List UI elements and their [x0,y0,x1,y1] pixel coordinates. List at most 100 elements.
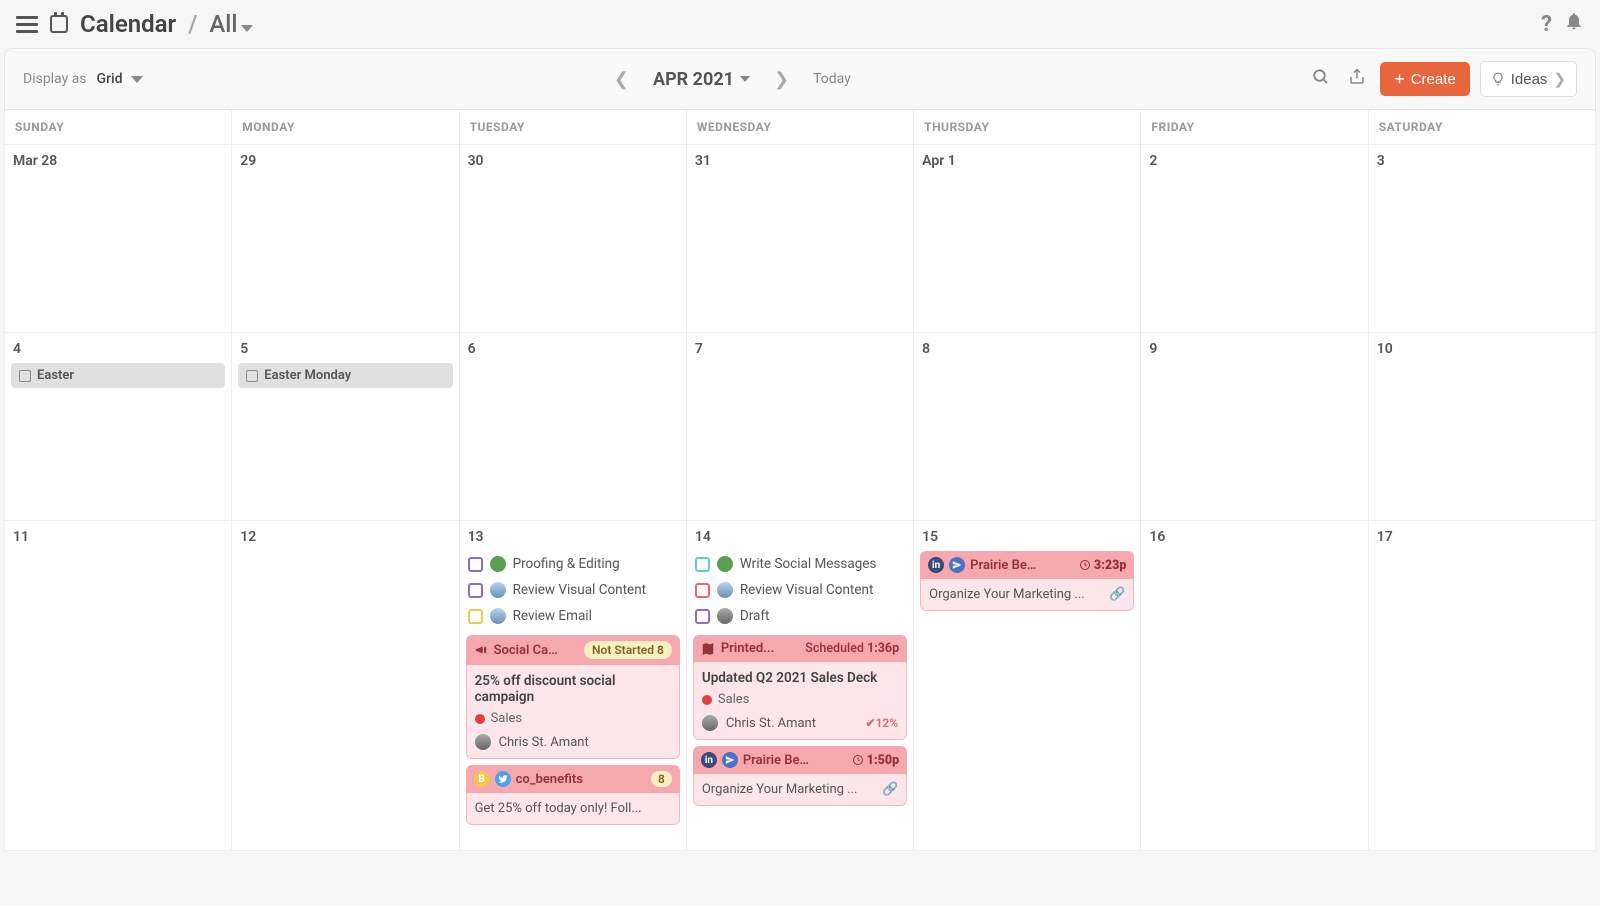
notifications-icon[interactable] [1564,11,1584,37]
breadcrumb-sep: / [188,10,197,38]
display-mode-select[interactable]: Grid [97,71,143,87]
day-cell[interactable]: Mar 28 [5,145,232,333]
menu-icon[interactable] [16,16,38,33]
day-cell[interactable]: 30 [460,145,687,333]
checkbox[interactable] [468,583,483,598]
status-badge: Not Started 8 [584,641,672,659]
day-cell[interactable]: 8 [914,333,1141,521]
search-icon[interactable] [1308,68,1334,91]
help-icon[interactable]: ? [1541,12,1552,37]
day-cell[interactable]: 2 [1141,145,1368,333]
day-header: MONDAY [232,110,459,145]
clock-icon [852,754,864,766]
day-cell[interactable]: 3 [1369,145,1596,333]
day-cell[interactable]: 14 Write Social Messages Review Visual C… [687,521,914,851]
project-card[interactable]: Social Ca... Not Started 8 25% off disco… [466,635,680,759]
social-card[interactable]: B co_benefits 8 Get 25% off today only! … [466,765,680,825]
send-icon [722,752,738,768]
calendar-icon [50,15,68,33]
calendar-small-icon [19,370,31,382]
day-cell[interactable]: 17 [1369,521,1596,851]
day-cell[interactable]: Apr 1 [914,145,1141,333]
channel-icon: B [474,771,490,787]
prev-month-button[interactable]: ❮ [600,69,643,90]
calendar-small-icon [246,370,258,382]
task-item[interactable]: Write Social Messages [693,551,907,577]
holiday-event[interactable]: Easter [11,363,225,388]
social-card[interactable]: in Prairie Ben... 3:23p Organize Your Ma… [920,551,1134,611]
day-cell[interactable]: 15 in Prairie Ben... 3:23p Organize Your… [914,521,1141,851]
twitter-icon [495,771,511,787]
avatar [490,582,506,598]
task-item[interactable]: Review Visual Content [466,577,680,603]
card-title: 25% off discount social campaign [475,673,671,705]
count-badge: 8 [651,771,672,787]
day-cell[interactable]: 9 [1141,333,1368,521]
day-cell[interactable]: 13 Proofing & Editing Review Visual Cont… [460,521,687,851]
avatar [490,608,506,624]
holiday-event[interactable]: Easter Monday [238,363,452,388]
social-card[interactable]: in Prairie Ben... 1:50p Organize Your Ma… [693,746,907,806]
day-cell[interactable]: 31 [687,145,914,333]
category-dot [475,714,485,724]
link-icon: 🔗 [1109,587,1125,602]
channel-icon: in [701,752,717,768]
share-icon[interactable] [1344,68,1370,91]
channel-icon: in [928,557,944,573]
day-cell[interactable]: 6 [460,333,687,521]
category-dot [702,695,712,705]
project-card[interactable]: Printed... Scheduled 1:36p Updated Q2 20… [693,635,907,740]
day-cell[interactable]: 11 [5,521,232,851]
chevron-right-icon: ❯ [1553,70,1566,88]
create-button[interactable]: + Create [1380,62,1470,96]
task-item[interactable]: Proofing & Editing [466,551,680,577]
day-cell[interactable]: 10 [1369,333,1596,521]
calendar-grid: SUNDAY MONDAY TUESDAY WEDNESDAY THURSDAY… [4,110,1596,851]
checkbox[interactable] [695,557,710,572]
avatar [717,556,733,572]
next-month-button[interactable]: ❯ [760,69,803,90]
avatar [702,715,718,731]
checkbox[interactable] [468,557,483,572]
avatar [490,556,506,572]
avatar [717,582,733,598]
megaphone-icon [474,643,488,657]
day-header: TUESDAY [460,110,687,145]
map-icon [701,642,715,656]
app-name: Calendar [80,10,176,38]
day-cell[interactable]: 4 Easter [5,333,232,521]
day-header: SATURDAY [1369,110,1596,145]
plus-icon: + [1394,70,1405,88]
checkbox[interactable] [695,583,710,598]
day-cell[interactable]: 16 [1141,521,1368,851]
day-header: THURSDAY [914,110,1141,145]
day-header: FRIDAY [1141,110,1368,145]
task-item[interactable]: Review Email [466,603,680,629]
checkbox[interactable] [695,609,710,624]
today-button[interactable]: Today [813,71,851,87]
bulb-icon [1491,72,1505,86]
ideas-button[interactable]: Ideas ❯ [1480,61,1577,97]
month-picker[interactable]: APR 2021 [653,69,750,90]
avatar [475,734,491,750]
day-header: WEDNESDAY [687,110,914,145]
day-cell[interactable]: 5 Easter Monday [232,333,459,521]
clock-icon [1079,559,1091,571]
link-icon: 🔗 [882,782,898,797]
task-item[interactable]: Draft [693,603,907,629]
display-as-label: Display as [23,71,87,87]
page-title: Calendar / All [80,10,253,38]
checkbox[interactable] [468,609,483,624]
progress-pct: ✔12% [866,716,899,730]
avatar [717,608,733,624]
time-label: 3:23p [1079,558,1127,573]
time-label: 1:50p [852,753,900,768]
task-item[interactable]: Review Visual Content [693,577,907,603]
day-cell[interactable]: 12 [232,521,459,851]
send-icon [949,557,965,573]
breadcrumb-sub[interactable]: All [209,10,253,38]
day-cell[interactable]: 7 [687,333,914,521]
day-cell[interactable]: 29 [232,145,459,333]
day-header: SUNDAY [5,110,232,145]
card-title: Updated Q2 2021 Sales Deck [702,670,898,686]
